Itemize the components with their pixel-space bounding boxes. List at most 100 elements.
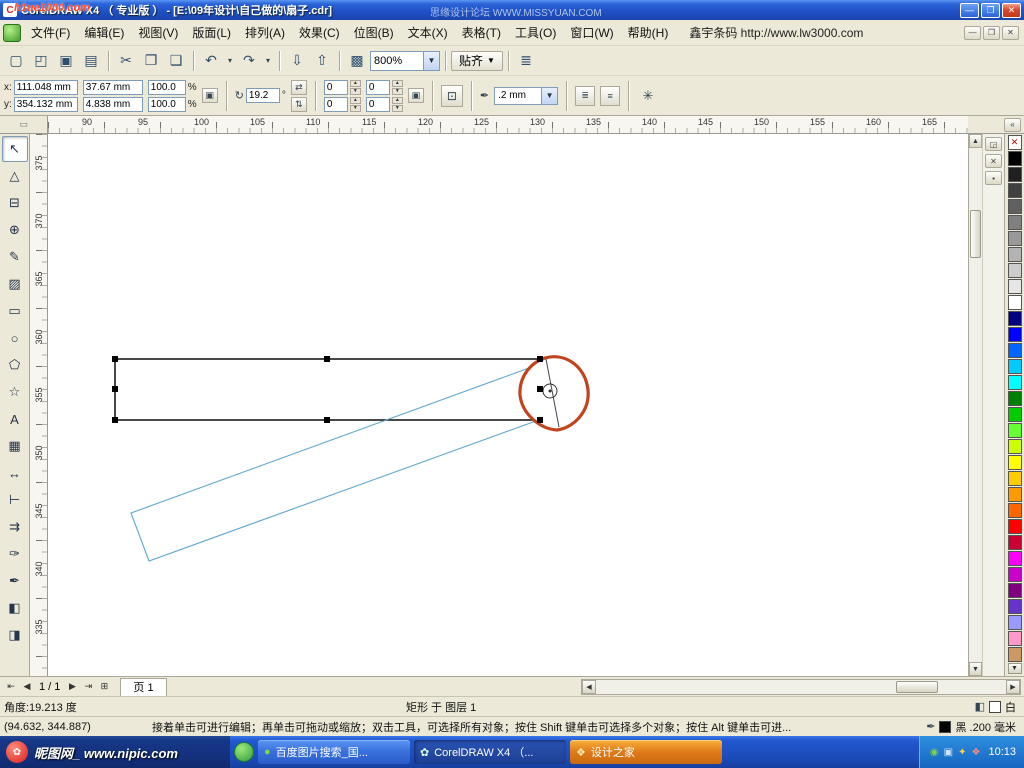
smart-fill-tool-icon[interactable]: ▨ bbox=[2, 271, 28, 297]
ellipse-tool-icon[interactable]: ○ bbox=[2, 325, 28, 351]
menu-item[interactable]: 版面(L) bbox=[185, 19, 238, 46]
menu-item[interactable]: 视图(V) bbox=[131, 19, 185, 46]
first-page-icon[interactable]: ⇤ bbox=[3, 679, 19, 695]
app-launcher-icon[interactable]: ▩ bbox=[345, 49, 369, 73]
scale-v-input[interactable] bbox=[148, 97, 186, 112]
menu-item[interactable]: 表格(T) bbox=[455, 19, 508, 46]
redo-dropdown-icon[interactable]: ▾ bbox=[262, 49, 274, 73]
palette-swatch[interactable] bbox=[1008, 359, 1022, 374]
corner-radius-bl-input[interactable] bbox=[324, 97, 348, 112]
ruler-origin-icon[interactable]: ▭ bbox=[0, 116, 48, 134]
ruler-horizontal[interactable]: 9095100105110115120125130135140145150155… bbox=[48, 116, 968, 134]
palette-swatch[interactable] bbox=[1008, 631, 1022, 646]
crop-tool-icon[interactable]: ⊟ bbox=[2, 190, 28, 216]
palette-swatch[interactable] bbox=[1008, 407, 1022, 422]
scale-h-input[interactable] bbox=[148, 80, 186, 95]
palette-swatch[interactable] bbox=[1008, 311, 1022, 326]
palette-swatch[interactable] bbox=[1008, 615, 1022, 630]
doc-minimize-button[interactable]: — bbox=[964, 26, 981, 40]
vertical-scroll-thumb[interactable] bbox=[970, 210, 981, 258]
menu-item[interactable]: 文本(X) bbox=[401, 19, 455, 46]
mirror-horizontal-icon[interactable]: ⇄ bbox=[291, 80, 307, 95]
doc-restore-button[interactable]: ❐ bbox=[983, 26, 1000, 40]
rectangle-object[interactable] bbox=[115, 359, 540, 420]
mirror-vertical-icon[interactable]: ⇅ bbox=[291, 97, 307, 112]
doc-close-button[interactable]: ✕ bbox=[1002, 26, 1019, 40]
wrap-text-icon[interactable]: ≣ bbox=[575, 86, 595, 106]
corner-radius-br-input[interactable] bbox=[366, 97, 390, 112]
horizontal-scrollbar[interactable]: ◀ ▶ bbox=[581, 679, 1021, 695]
open-icon[interactable]: ◰ bbox=[29, 49, 53, 73]
nudge-settings-icon[interactable]: ✳ bbox=[637, 85, 659, 107]
blend-tool-icon[interactable]: ⇉ bbox=[2, 514, 28, 540]
menu-item[interactable]: 排列(A) bbox=[238, 19, 292, 46]
rectangle-tool-icon[interactable]: ▭ bbox=[2, 298, 28, 324]
import-icon[interactable]: ⇩ bbox=[285, 49, 309, 73]
copy-icon[interactable]: ❐ bbox=[139, 49, 163, 73]
corner-radius-tl-input[interactable] bbox=[324, 80, 348, 95]
palette-swatch[interactable] bbox=[1008, 167, 1022, 182]
undo-icon[interactable]: ↶ bbox=[199, 49, 223, 73]
next-page-icon[interactable]: ▶ bbox=[64, 679, 80, 695]
outline-width-dropdown-icon[interactable]: ▼ bbox=[541, 88, 557, 104]
horizontal-scroll-thumb[interactable] bbox=[896, 681, 938, 693]
palette-swatch[interactable] bbox=[1008, 199, 1022, 214]
vertical-scrollbar[interactable]: ▲ ▼ bbox=[968, 134, 982, 676]
taskbar-button[interactable]: ●百度图片搜索_国... bbox=[258, 740, 410, 764]
outline-pen-tool-icon[interactable]: ✒ bbox=[2, 568, 28, 594]
selection-handles[interactable] bbox=[112, 356, 543, 423]
spinner[interactable]: ▲▼ bbox=[392, 97, 403, 112]
object-height-input[interactable] bbox=[83, 97, 143, 112]
save-icon[interactable]: ▣ bbox=[54, 49, 78, 73]
ruler-vertical[interactable]: 375370365360355350345340335 bbox=[30, 134, 48, 676]
close-button[interactable]: ✕ bbox=[1002, 3, 1021, 18]
palette-swatch[interactable] bbox=[1008, 455, 1022, 470]
connector-tool-icon[interactable]: ⊢ bbox=[2, 487, 28, 513]
freehand-tool-icon[interactable]: ✎ bbox=[2, 244, 28, 270]
basic-shapes-tool-icon[interactable]: ☆ bbox=[2, 379, 28, 405]
zoom-level-input[interactable] bbox=[371, 53, 423, 69]
menu-item[interactable]: 工具(O) bbox=[508, 19, 563, 46]
docker-tab-icon[interactable]: ▪ bbox=[985, 171, 1002, 185]
menu-item[interactable]: 效果(C) bbox=[292, 19, 347, 46]
add-page-icon[interactable]: ⊞ bbox=[96, 679, 112, 695]
tray-icon-red[interactable]: ❖ bbox=[972, 747, 981, 758]
corner-radius-tr-input[interactable] bbox=[366, 80, 390, 95]
convert-to-curve-icon[interactable]: ⊡ bbox=[441, 85, 463, 107]
palette-swatch[interactable] bbox=[1008, 535, 1022, 550]
previous-page-icon[interactable]: ◀ bbox=[19, 679, 35, 695]
menu-item[interactable]: 文件(F) bbox=[24, 19, 77, 46]
spinner[interactable]: ▲▼ bbox=[392, 80, 403, 95]
tray-icon-green[interactable]: ◉ bbox=[930, 747, 939, 758]
palette-swatch[interactable] bbox=[1008, 215, 1022, 230]
maximize-button[interactable]: ❐ bbox=[981, 3, 1000, 18]
drawing-canvas[interactable] bbox=[48, 134, 968, 676]
vertical-scroll-track[interactable] bbox=[969, 148, 982, 662]
palette-swatch[interactable] bbox=[1008, 503, 1022, 518]
text-tool-icon[interactable]: A bbox=[2, 406, 28, 432]
palette-swatch[interactable] bbox=[1008, 247, 1022, 262]
print-icon[interactable]: ▤ bbox=[79, 49, 103, 73]
spinner[interactable]: ▲▼ bbox=[350, 80, 361, 95]
palette-swatch[interactable] bbox=[1008, 439, 1022, 454]
palette-swatch[interactable] bbox=[1008, 599, 1022, 614]
taskbar-button[interactable]: ✿CorelDRAW X4 （... bbox=[414, 740, 566, 764]
polygon-tool-icon[interactable]: ⬠ bbox=[2, 352, 28, 378]
palette-no-color[interactable]: ✕ bbox=[1008, 135, 1022, 150]
options-icon[interactable]: ≣ bbox=[514, 49, 538, 73]
collapse-dockers-icon[interactable]: « bbox=[1004, 118, 1021, 132]
page-tab[interactable]: 页 1 bbox=[120, 678, 166, 696]
object-x-input[interactable] bbox=[14, 80, 78, 95]
palette-swatch[interactable] bbox=[1008, 151, 1022, 166]
palette-swatch[interactable] bbox=[1008, 551, 1022, 566]
zoom-dropdown-icon[interactable]: ▼ bbox=[423, 52, 439, 70]
scroll-left-icon[interactable]: ◀ bbox=[582, 680, 596, 694]
text-options-icon[interactable]: ≡ bbox=[600, 86, 620, 106]
cut-icon[interactable]: ✂ bbox=[114, 49, 138, 73]
outline-width-input[interactable] bbox=[495, 89, 541, 103]
palette-swatch[interactable] bbox=[1008, 647, 1022, 662]
docker-close-icon[interactable]: ✕ bbox=[985, 154, 1002, 168]
tray-icon-yellow[interactable]: ✦ bbox=[958, 747, 966, 758]
snap-to-button[interactable]: 贴齐 ▼ bbox=[451, 51, 503, 71]
palette-swatch[interactable] bbox=[1008, 231, 1022, 246]
